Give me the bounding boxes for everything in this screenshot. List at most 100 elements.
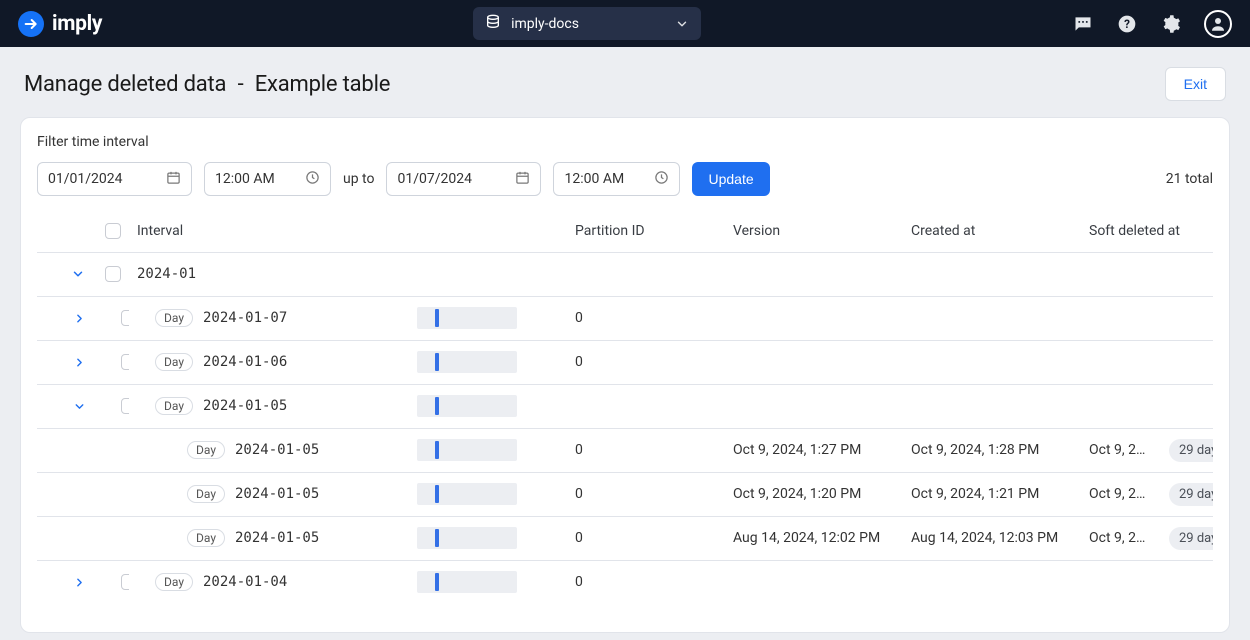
- days-left-badge: 29 days left: [1169, 439, 1213, 462]
- day-badge: Day: [155, 309, 193, 327]
- select-all-checkbox[interactable]: [105, 223, 121, 239]
- start-date-input[interactable]: 01/01/2024: [37, 162, 192, 196]
- total-count: 21 total: [1166, 171, 1213, 187]
- filter-label: Filter time interval: [37, 134, 1213, 150]
- title-separator: -: [238, 72, 244, 97]
- table-row[interactable]: Day 2024-01-06 0: [37, 340, 1213, 384]
- start-time-value: 12:00 AM: [215, 171, 275, 187]
- size-bar: [417, 527, 517, 549]
- logo-text: imply: [52, 12, 102, 36]
- size-bar: [417, 351, 517, 373]
- days-left-badge: 29 days left: [1169, 483, 1213, 506]
- day-badge: Day: [155, 397, 193, 415]
- start-time-input[interactable]: 12:00 AM: [204, 162, 331, 196]
- row-checkbox[interactable]: [121, 354, 129, 370]
- logo[interactable]: imply: [18, 11, 102, 37]
- row-checkbox[interactable]: [105, 266, 121, 282]
- clock-icon: [654, 170, 669, 189]
- created-at: Oct 9, 2024, 1:21 PM: [903, 472, 1081, 516]
- interval-value: 2024-01-05: [235, 442, 319, 458]
- database-icon: [485, 14, 501, 34]
- chevron-right-icon[interactable]: [73, 356, 86, 369]
- size-bar: [417, 395, 517, 417]
- size-bar: [417, 483, 517, 505]
- project-name: imply-docs: [511, 16, 579, 32]
- table-row[interactable]: Day 2024-01-04 0: [37, 560, 1213, 597]
- end-date-value: 01/07/2024: [397, 171, 472, 187]
- chevron-right-icon[interactable]: [73, 312, 86, 325]
- partition-id: 0: [567, 428, 725, 472]
- row-checkbox[interactable]: [121, 398, 129, 414]
- row-checkbox[interactable]: [121, 574, 129, 590]
- partition-id: 0: [567, 516, 725, 560]
- table-row[interactable]: Day 2024-01-05 0 Oct 9, 2024, 1:27 PM Oct…: [37, 428, 1213, 472]
- up-to-label: up to: [343, 171, 374, 187]
- svg-text:?: ?: [1124, 17, 1130, 31]
- title-tablename: Example table: [255, 72, 390, 97]
- partition-id: 0: [567, 296, 725, 340]
- chevron-down-icon: [675, 17, 689, 31]
- day-badge: Day: [155, 353, 193, 371]
- partition-id: 0: [567, 340, 725, 384]
- end-time-input[interactable]: 12:00 AM: [553, 162, 680, 196]
- col-partition[interactable]: Partition ID: [567, 210, 725, 252]
- days-left-badge: 29 days left: [1169, 527, 1213, 550]
- chevron-down-icon[interactable]: [71, 267, 85, 281]
- comment-icon[interactable]: [1072, 13, 1094, 35]
- interval-value: 2024-01-05: [235, 486, 319, 502]
- partition-id: 0: [567, 472, 725, 516]
- table-row[interactable]: Day2024-01-07 0: [37, 296, 1213, 340]
- exit-button[interactable]: Exit: [1165, 67, 1226, 101]
- interval-value: 2024-01: [137, 266, 196, 282]
- interval-value: 2024-01-04: [203, 574, 287, 590]
- top-bar: imply imply-docs ?: [0, 0, 1250, 47]
- table-row[interactable]: Day 2024-01-05 0 Oct 9, 2024, 1:20 PM Oct…: [37, 472, 1213, 516]
- logo-icon: [18, 11, 44, 37]
- chevron-down-icon[interactable]: [73, 400, 86, 413]
- interval-value: 2024-01-06: [203, 354, 287, 370]
- soft-deleted-at: Oct 9, 2…: [1081, 428, 1161, 472]
- size-bar: [417, 439, 517, 461]
- page-header: Manage deleted data - Example table Exit: [0, 47, 1250, 117]
- table-header-row: Interval Partition ID Version Created at…: [37, 210, 1213, 252]
- row-checkbox[interactable]: [121, 310, 129, 326]
- table-row[interactable]: Day 2024-01-05 0 Aug 14, 2024, 12:02 PM A…: [37, 516, 1213, 560]
- day-badge: Day: [187, 441, 225, 459]
- version: Oct 9, 2024, 1:20 PM: [725, 472, 903, 516]
- day-badge: Day: [187, 485, 225, 503]
- col-version[interactable]: Version: [725, 210, 903, 252]
- partition-id: 0: [567, 560, 725, 597]
- col-created[interactable]: Created at: [903, 210, 1081, 252]
- chevron-right-icon[interactable]: [73, 576, 86, 589]
- table-scroll[interactable]: Interval Partition ID Version Created at…: [37, 210, 1213, 597]
- col-soft-deleted[interactable]: Soft deleted at: [1081, 210, 1213, 252]
- update-button[interactable]: Update: [692, 162, 769, 196]
- avatar[interactable]: [1204, 10, 1232, 38]
- project-picker[interactable]: imply-docs: [473, 7, 701, 40]
- version: Oct 9, 2024, 1:27 PM: [725, 428, 903, 472]
- version: Aug 14, 2024, 12:02 PM: [725, 516, 903, 560]
- soft-deleted-at: Oct 9, 2…: [1081, 516, 1161, 560]
- end-time-value: 12:00 AM: [564, 171, 624, 187]
- calendar-icon: [166, 170, 181, 189]
- day-badge: Day: [155, 573, 193, 591]
- table-row[interactable]: 2024-01: [37, 252, 1213, 296]
- filter-row: 01/01/2024 12:00 AM up to 01/07/2024 12:…: [37, 162, 1213, 196]
- day-badge: Day: [187, 529, 225, 547]
- help-icon[interactable]: ?: [1116, 13, 1138, 35]
- segments-table: Interval Partition ID Version Created at…: [37, 210, 1213, 597]
- col-interval[interactable]: Interval: [129, 210, 409, 252]
- page-title: Manage deleted data - Example table: [24, 72, 390, 97]
- gear-icon[interactable]: [1160, 13, 1182, 35]
- interval-value: 2024-01-05: [203, 398, 287, 414]
- card: Filter time interval 01/01/2024 12:00 AM…: [20, 117, 1230, 633]
- clock-icon: [305, 170, 320, 189]
- soft-deleted-at: Oct 9, 2…: [1081, 472, 1161, 516]
- title-prefix: Manage deleted data: [24, 72, 226, 97]
- table-row[interactable]: Day 2024-01-05: [37, 384, 1213, 428]
- start-date-value: 01/01/2024: [48, 171, 123, 187]
- created-at: Aug 14, 2024, 12:03 PM: [903, 516, 1081, 560]
- end-date-input[interactable]: 01/07/2024: [386, 162, 541, 196]
- size-bar: [417, 571, 517, 593]
- interval-value: 2024-01-05: [235, 530, 319, 546]
